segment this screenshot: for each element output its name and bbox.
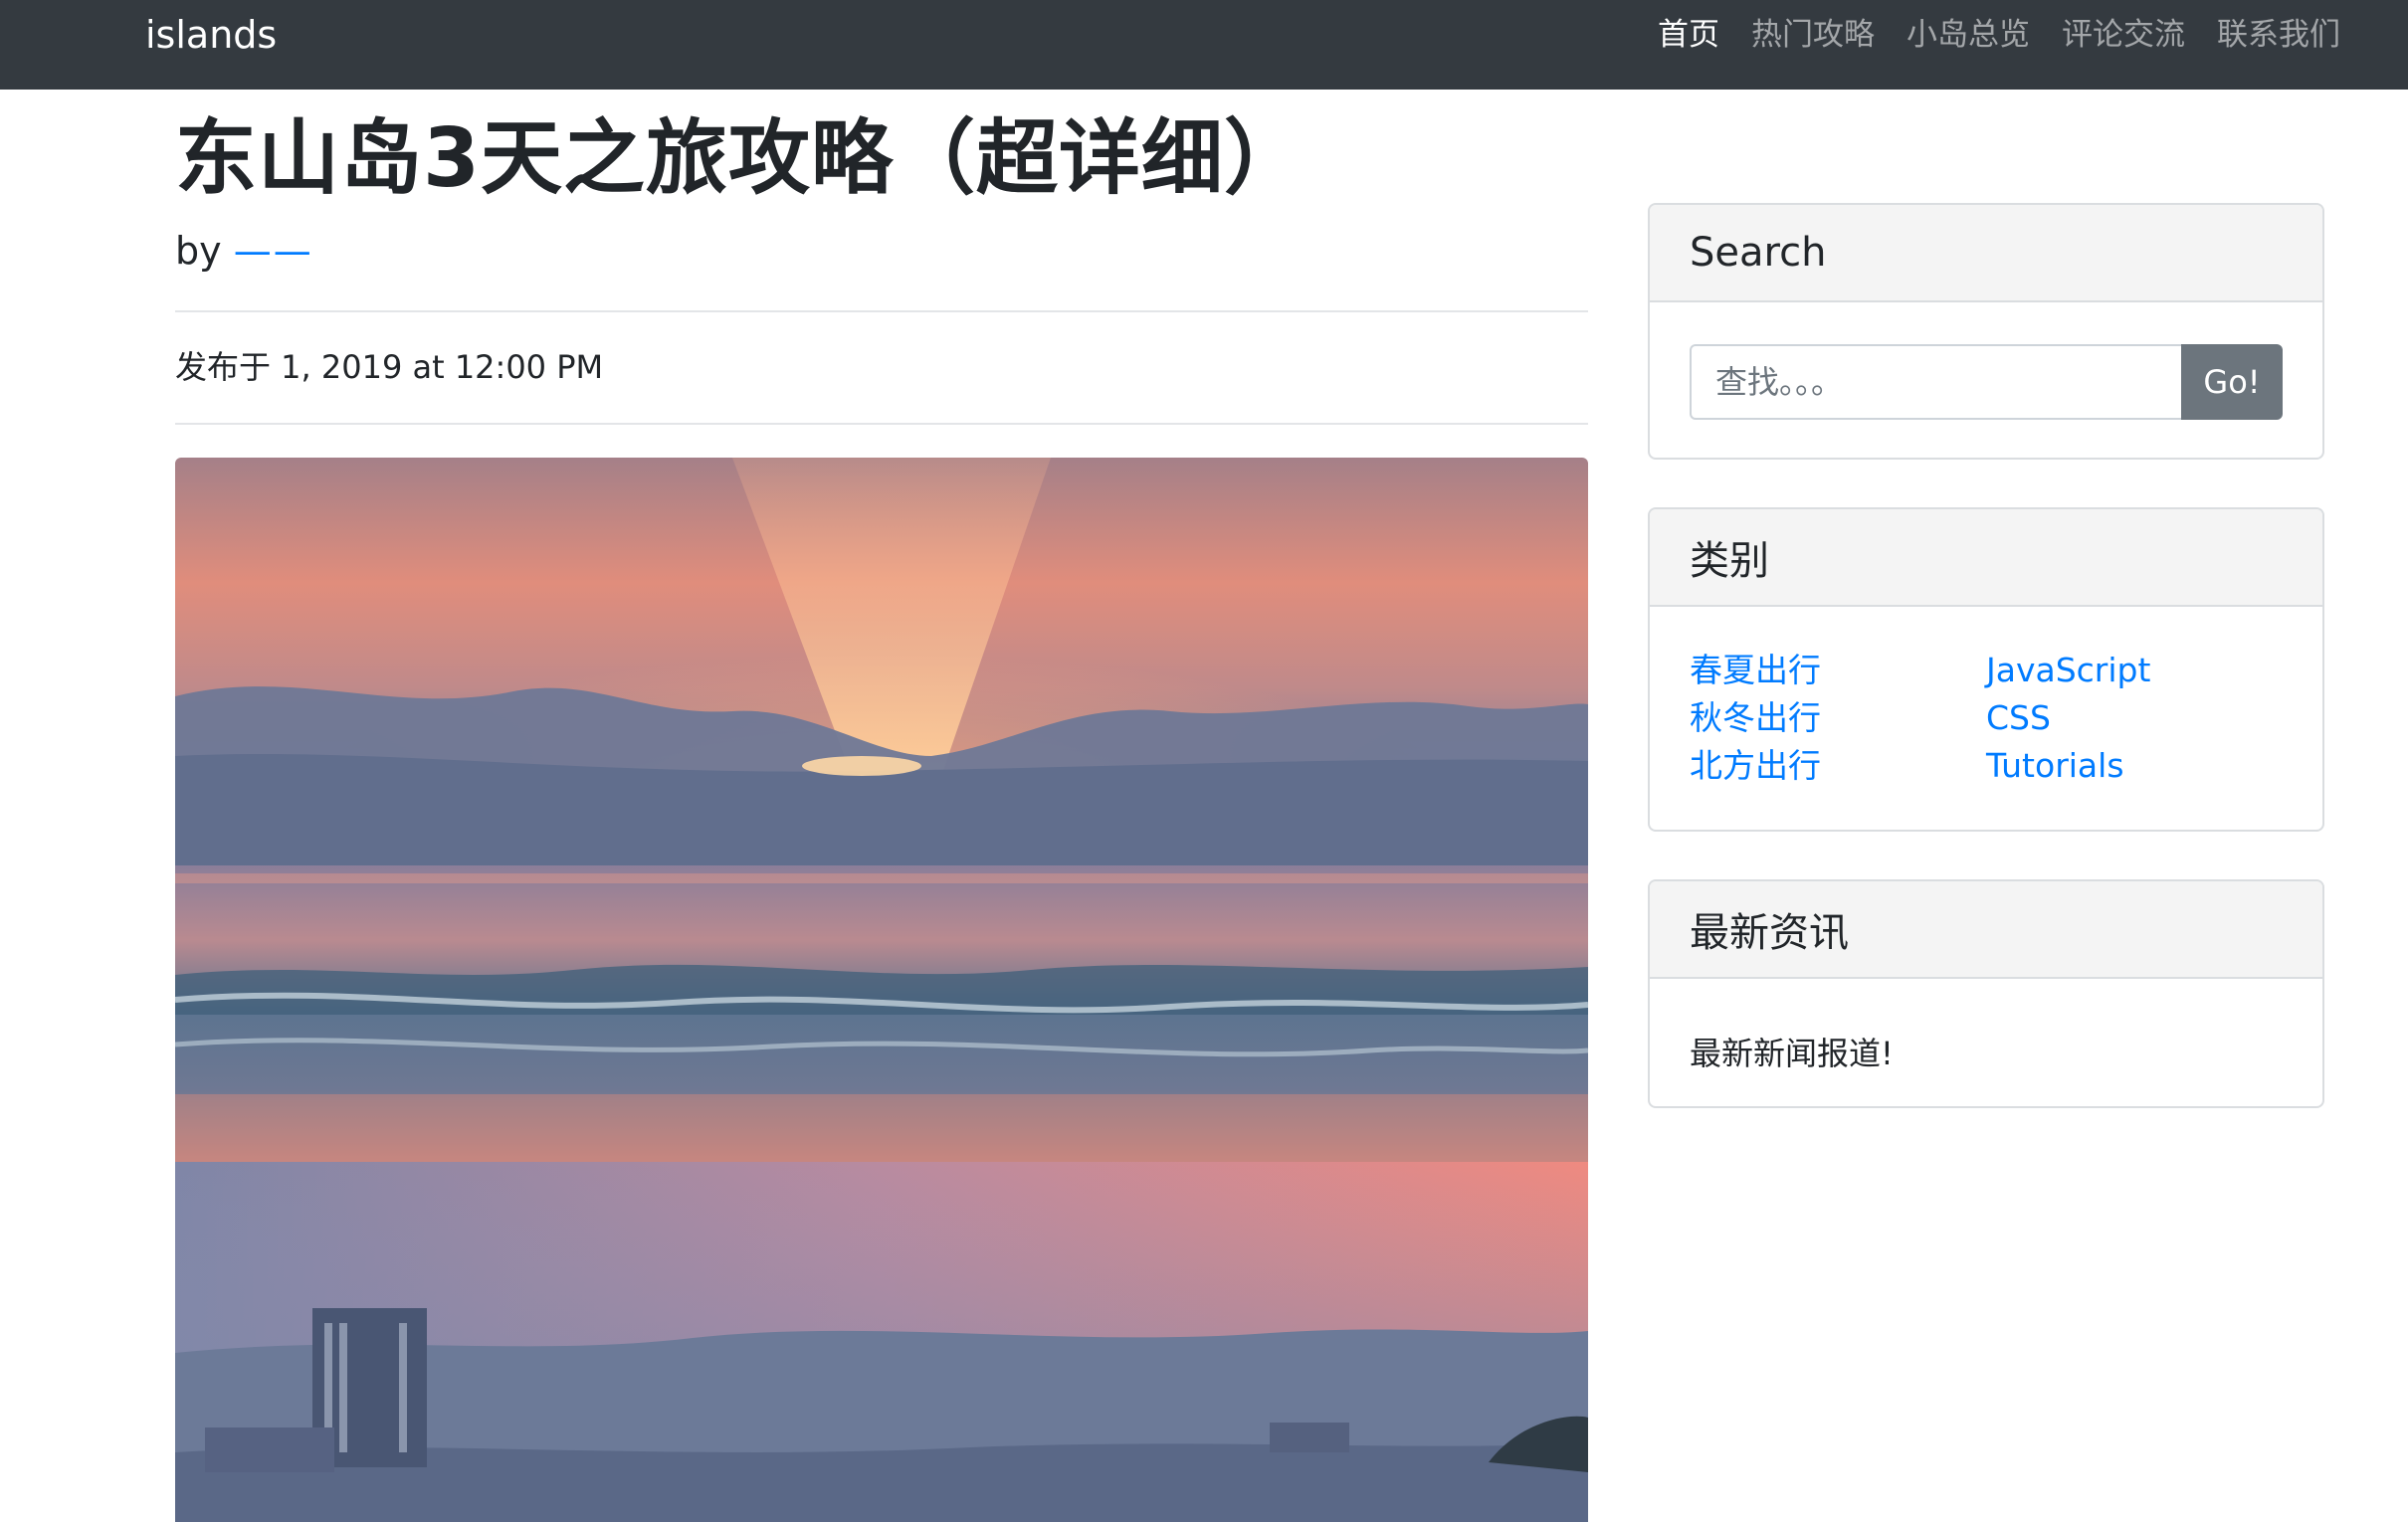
post-date: 发布于 1, 2019 at 12:00 PM [175, 348, 604, 386]
post-column: 东山岛3天之旅攻略（超详细） by —— 发布于 1, 2019 at 12:0… [175, 90, 1588, 425]
search-group: Go! [1690, 344, 2283, 420]
by-label: by [175, 229, 222, 273]
categories-card: 类别 春夏出行 秋冬出行 北方出行 JavaScript CSS Tutoria… [1648, 507, 2324, 832]
search-card-title: Search [1650, 205, 2322, 302]
post-title: 东山岛3天之旅攻略（超详细） [175, 111, 1307, 206]
nav-link-popular-guides[interactable]: 热门攻略 [1751, 10, 1875, 60]
brand-link[interactable]: islands [145, 10, 277, 60]
nav-link-comments[interactable]: 评论交流 [2062, 10, 2185, 60]
category-link-javascript[interactable]: JavaScript [1986, 651, 2150, 689]
category-link-spring-summer[interactable]: 春夏出行 [1690, 651, 1821, 689]
post-byline: by —— [175, 221, 1588, 281]
divider [175, 310, 1588, 312]
sunset-seascape-image [175, 458, 1588, 1522]
search-go-button[interactable]: Go! [2181, 344, 2283, 420]
nav-link-contact[interactable]: 联系我们 [2217, 10, 2340, 60]
news-card-title: 最新资讯 [1650, 881, 2322, 979]
divider [175, 423, 1588, 425]
category-list-left: 春夏出行 秋冬出行 北方出行 [1690, 647, 1986, 790]
category-link-north[interactable]: 北方出行 [1690, 746, 1821, 785]
post-image [175, 458, 1588, 1522]
search-input[interactable] [1690, 344, 2181, 420]
author-link[interactable]: —— [234, 229, 313, 273]
category-link-autumn-winter[interactable]: 秋冬出行 [1690, 698, 1821, 737]
category-list-right: JavaScript CSS Tutorials [1986, 647, 2283, 790]
news-text: 最新新闻报道! [1690, 1035, 1894, 1072]
category-link-css[interactable]: CSS [1986, 698, 2051, 737]
nav-links: 首页 热门攻略 小岛总览 评论交流 联系我们 [1658, 10, 2340, 60]
category-link-tutorials[interactable]: Tutorials [1986, 746, 2124, 785]
top-navbar: islands 首页 热门攻略 小岛总览 评论交流 联系我们 [0, 0, 2408, 90]
news-card: 最新资讯 最新新闻报道! [1648, 879, 2324, 1108]
search-card: Search Go! [1648, 203, 2324, 460]
nav-link-islands-overview[interactable]: 小岛总览 [1906, 10, 2030, 60]
categories-card-title: 类别 [1650, 509, 2322, 607]
nav-link-home[interactable]: 首页 [1658, 10, 1719, 60]
